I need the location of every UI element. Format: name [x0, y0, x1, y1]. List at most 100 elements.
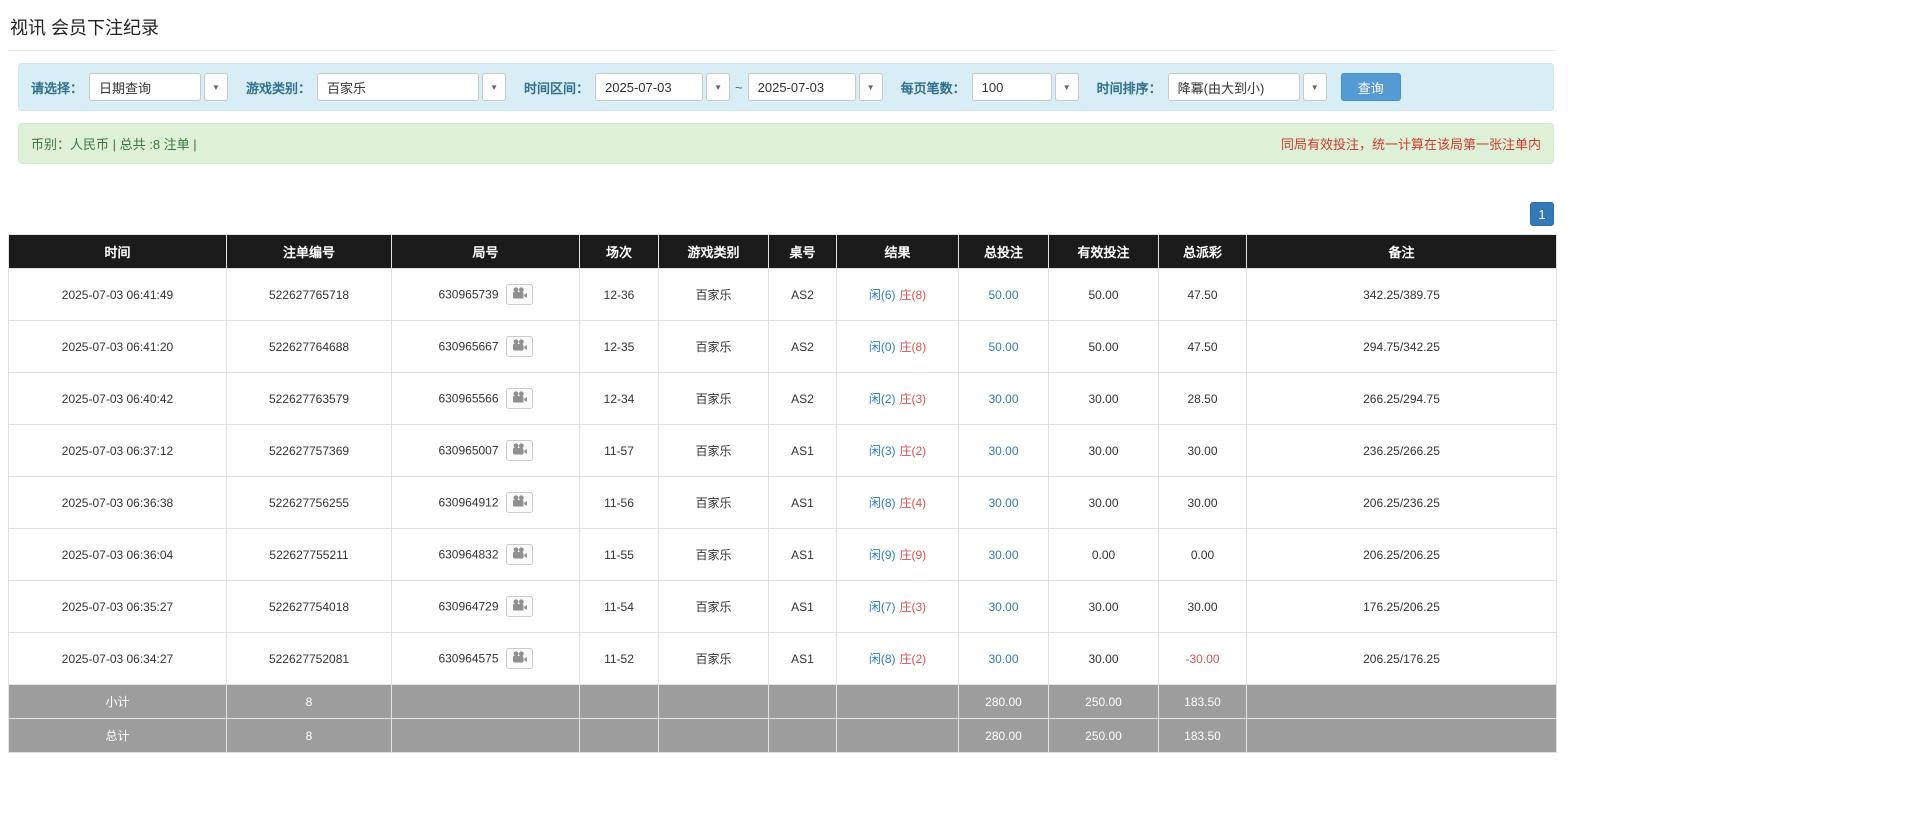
query-type-caret-button[interactable]: ▼	[204, 73, 228, 101]
cell-total-bet: 30.00	[959, 529, 1049, 581]
time-sort-select[interactable]: 降冪(由大到小)	[1168, 73, 1300, 101]
replay-video-button[interactable]	[506, 284, 533, 305]
game-type-label: 游戏类别：	[246, 78, 311, 97]
cell-payout: 0.00	[1159, 529, 1247, 581]
cell-time: 2025-07-03 06:35:27	[9, 581, 227, 633]
cell-total-bet: 50.00	[959, 321, 1049, 373]
cell-result: 闲(8)庄(4)	[837, 477, 959, 529]
chevron-down-icon: ▼	[1063, 83, 1071, 92]
date-from-select[interactable]: 2025-07-03	[595, 73, 703, 101]
footer-empty-note	[1247, 719, 1557, 753]
result-banker: 庄(9)	[900, 548, 927, 562]
footer-empty-session	[580, 685, 659, 719]
cell-payout: -30.00	[1159, 633, 1247, 685]
per-page-caret-button[interactable]: ▼	[1055, 73, 1079, 101]
cell-result: 闲(8)庄(2)	[837, 633, 959, 685]
cell-round: 630965739	[392, 269, 580, 321]
cell-valid-bet: 30.00	[1049, 581, 1159, 633]
cell-game-type: 百家乐	[659, 477, 769, 529]
footer-count: 8	[227, 719, 392, 753]
cell-result: 闲(9)庄(9)	[837, 529, 959, 581]
time-sort-caret-button[interactable]: ▼	[1303, 73, 1327, 101]
total-bet-link[interactable]: 30.00	[988, 548, 1018, 562]
column-header-0: 时间	[9, 235, 227, 269]
chevron-down-icon: ▼	[1311, 83, 1319, 92]
video-camera-icon	[512, 495, 527, 511]
table-row: 2025-07-03 06:36:04522627755211 630964832…	[9, 529, 1557, 581]
table-row: 2025-07-03 06:34:27522627752081630964575…	[9, 633, 1557, 685]
table-row: 2025-07-03 06:40:42522627763579630965566…	[9, 373, 1557, 425]
filter-bar: 请选择： 日期查询 ▼ 游戏类别： 百家乐 ▼ 时间区间： 2025-07-03…	[18, 63, 1554, 111]
replay-video-button[interactable]	[506, 596, 533, 617]
total-bet-link[interactable]: 30.00	[988, 444, 1018, 458]
result-player: 闲(8)	[869, 652, 896, 666]
cell-total-bet: 50.00	[959, 269, 1049, 321]
cell-game-type: 百家乐	[659, 633, 769, 685]
pagination: 1	[8, 202, 1554, 226]
cell-table-number: AS1	[769, 425, 837, 477]
per-page-select[interactable]: 100	[972, 73, 1052, 101]
result-player: 闲(6)	[869, 288, 896, 302]
page: 视讯 会员下注纪录 请选择： 日期查询 ▼ 游戏类别： 百家乐 ▼ 时间区间： …	[0, 0, 1564, 759]
total-bet-link[interactable]: 30.00	[988, 392, 1018, 406]
footer-empty-game	[659, 685, 769, 719]
footer-empty-table	[769, 685, 837, 719]
replay-video-button[interactable]	[506, 388, 533, 409]
result-player: 闲(0)	[869, 340, 896, 354]
date-to-select[interactable]: 2025-07-03	[748, 73, 856, 101]
cell-session: 12-36	[580, 269, 659, 321]
footer-empty-round	[392, 685, 580, 719]
total-bet-link[interactable]: 50.00	[988, 288, 1018, 302]
cell-valid-bet: 30.00	[1049, 425, 1159, 477]
game-type-combo: 百家乐 ▼	[317, 73, 506, 101]
column-header-1: 注单编号	[227, 235, 392, 269]
chevron-down-icon: ▼	[714, 83, 722, 92]
total-bet-link[interactable]: 30.00	[988, 496, 1018, 510]
date-from-caret-button[interactable]: ▼	[706, 73, 730, 101]
date-to-caret-button[interactable]: ▼	[859, 73, 883, 101]
subtotal-row: 小计8280.00250.00183.50	[9, 685, 1557, 719]
date-to-combo: 2025-07-03 ▼	[748, 73, 883, 101]
replay-video-button[interactable]	[506, 492, 533, 513]
game-type-select[interactable]: 百家乐	[317, 73, 479, 101]
cell-bet-id: 522627755211	[227, 529, 392, 581]
column-header-7: 总投注	[959, 235, 1049, 269]
cell-round: 630964575	[392, 633, 580, 685]
cell-payout: 47.50	[1159, 321, 1247, 373]
cell-valid-bet: 30.00	[1049, 633, 1159, 685]
cell-session: 11-54	[580, 581, 659, 633]
round-number: 630965007	[438, 444, 498, 458]
cell-result: 闲(7)庄(3)	[837, 581, 959, 633]
cell-valid-bet: 50.00	[1049, 321, 1159, 373]
page-header: 视讯 会员下注纪录	[8, 6, 1556, 51]
replay-video-button[interactable]	[506, 544, 533, 565]
column-header-2: 局号	[392, 235, 580, 269]
total-bet-link[interactable]: 30.00	[988, 600, 1018, 614]
replay-video-button[interactable]	[506, 336, 533, 357]
table-row: 2025-07-03 06:36:38522627756255630964912…	[9, 477, 1557, 529]
round-number: 630964832	[438, 548, 498, 562]
footer-payout: 183.50	[1159, 685, 1247, 719]
query-type-label: 请选择：	[31, 78, 83, 97]
per-page-label: 每页笔数：	[901, 78, 966, 97]
search-button[interactable]: 查询	[1341, 73, 1401, 101]
cell-round: 630965566	[392, 373, 580, 425]
footer-label: 总计	[9, 719, 227, 753]
cell-bet-id: 522627756255	[227, 477, 392, 529]
table-row: 2025-07-03 06:41:20522627764688630965667…	[9, 321, 1557, 373]
cell-bet-id: 522627764688	[227, 321, 392, 373]
replay-video-button[interactable]	[506, 440, 533, 461]
cell-session: 12-35	[580, 321, 659, 373]
query-type-select[interactable]: 日期查询	[89, 73, 201, 101]
page-number-button[interactable]: 1	[1530, 202, 1554, 226]
game-type-caret-button[interactable]: ▼	[482, 73, 506, 101]
replay-video-button[interactable]	[506, 648, 533, 669]
total-bet-link[interactable]: 50.00	[988, 340, 1018, 354]
total-bet-link[interactable]: 30.00	[988, 652, 1018, 666]
round-number: 630964912	[438, 496, 498, 510]
footer-valid-bet: 250.00	[1049, 719, 1159, 753]
cell-note: 266.25/294.75	[1247, 373, 1557, 425]
result-banker: 庄(8)	[900, 288, 927, 302]
cell-time: 2025-07-03 06:36:04	[9, 529, 227, 581]
chevron-down-icon: ▼	[867, 83, 875, 92]
